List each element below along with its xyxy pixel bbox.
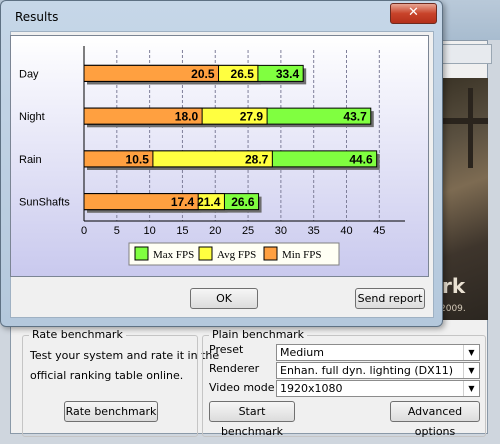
- advanced-options-button[interactable]: Advanced options: [390, 401, 480, 438]
- dialog-title: Results: [15, 10, 59, 24]
- bar-value-label-avg: 27.9: [240, 110, 264, 124]
- x-tick-label: 5: [114, 225, 120, 237]
- artwork-bridge: [438, 118, 488, 124]
- y-category-label: SunShafts: [19, 197, 70, 209]
- bar-value-label-min: 17.4: [171, 195, 195, 209]
- start-benchmark-button[interactable]: Start benchmark: [209, 401, 295, 438]
- bar-value-label-avg: 21.4: [197, 195, 221, 209]
- bar-value-label-avg: 28.7: [245, 152, 269, 166]
- y-category-label: Night: [19, 111, 45, 123]
- preset-value: Medium: [280, 346, 324, 359]
- artwork-pole: [468, 88, 473, 168]
- renderer-select[interactable]: Enhan. full dyn. lighting (DX11) ▼: [276, 362, 480, 379]
- bar-value-label-min: 10.5: [126, 152, 150, 166]
- rate-benchmark-button[interactable]: Rate benchmark: [64, 401, 158, 422]
- preset-select[interactable]: Medium ▼: [276, 344, 480, 361]
- x-tick-label: 10: [144, 225, 156, 237]
- renderer-value: Enhan. full dyn. lighting (DX11): [280, 364, 453, 377]
- legend-swatch-avg: [198, 246, 213, 261]
- x-tick-label: 15: [176, 225, 188, 237]
- rate-benchmark-desc-line1: Test your system and rate it in the: [30, 349, 220, 362]
- bar-value-label-min: 18.0: [175, 110, 199, 124]
- preset-label: Preset: [209, 343, 244, 356]
- artwork-logo-text: rk: [442, 274, 466, 298]
- bar-value-label-max: 33.4: [276, 67, 300, 81]
- send-report-button[interactable]: Send report: [355, 288, 425, 309]
- x-tick-label: 20: [209, 225, 221, 237]
- rate-benchmark-desc-line2: official ranking table online.: [30, 369, 184, 382]
- bar-value-label-avg: 26.5: [231, 67, 255, 81]
- y-category-label: Rain: [19, 154, 42, 166]
- rate-benchmark-title: Rate benchmark: [29, 328, 126, 341]
- video-mode-label: Video mode: [209, 381, 275, 394]
- video-mode-select[interactable]: 1920x1080 ▼: [276, 380, 480, 397]
- x-tick-label: 40: [340, 225, 352, 237]
- bar-value-label-max: 26.6: [231, 195, 255, 209]
- close-button[interactable]: ✕: [390, 3, 437, 24]
- results-chart-svg: 0 5 10 15 20 25 30 35 40 45 Day 33.4 26.5 20.5 Night 43…: [19, 46, 405, 266]
- ok-button[interactable]: OK: [190, 288, 258, 309]
- results-dialog: Results ✕ 0 5 10 15 20 25 30 35 40 45 Day 33.4 26.5 2…: [0, 0, 443, 327]
- chevron-down-icon: ▼: [463, 363, 479, 378]
- x-tick-label: 45: [373, 225, 385, 237]
- game-artwork: rk 2009.: [438, 78, 488, 320]
- x-tick-label: 35: [308, 225, 320, 237]
- artwork-year-text: 2009.: [440, 304, 466, 314]
- chevron-down-icon: ▼: [463, 381, 479, 396]
- y-category-label: Day: [19, 68, 39, 80]
- bar-value-label-max: 43.7: [343, 110, 367, 124]
- bar-value-label-max: 44.6: [349, 152, 373, 166]
- x-tick-label: 25: [242, 225, 254, 237]
- legend-swatch-min: [263, 246, 278, 261]
- close-icon: ✕: [408, 5, 419, 20]
- legend-label-min: Min FPS: [282, 249, 321, 261]
- video-mode-value: 1920x1080: [280, 382, 343, 395]
- x-tick-label: 30: [275, 225, 287, 237]
- results-chart: 0 5 10 15 20 25 30 35 40 45 Day 33.4 26.5 20.5 Night 43…: [10, 35, 429, 277]
- main-window-tab[interactable]: [440, 44, 492, 64]
- chevron-down-icon: ▼: [463, 345, 479, 360]
- plain-benchmark-title: Plain benchmark: [209, 328, 308, 341]
- bar-value-label-min: 20.5: [191, 67, 215, 81]
- legend-label-max: Max FPS: [153, 249, 194, 261]
- renderer-label: Renderer: [209, 362, 260, 375]
- x-tick-label: 0: [81, 225, 87, 237]
- legend-swatch-max: [134, 246, 149, 261]
- legend-label-avg: Avg FPS: [217, 249, 256, 261]
